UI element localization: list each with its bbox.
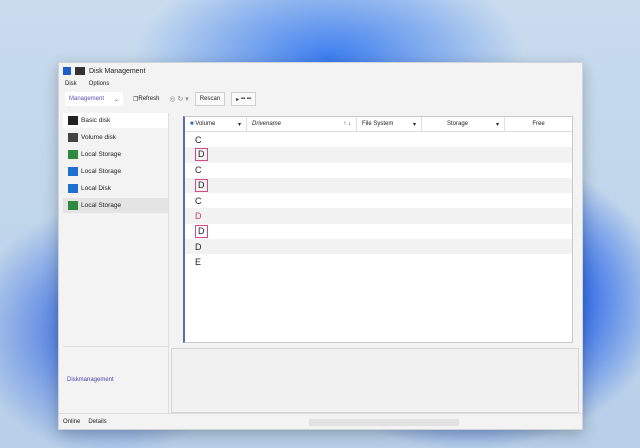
sidebar-item-label: Local Storage [81,202,122,209]
view-dropdown[interactable]: Management ⌄ [65,92,123,106]
menu-bar: Disk Options [59,79,582,89]
column-label: Storage [447,121,469,127]
table-row[interactable]: D [185,177,572,194]
status-left: Online [63,418,81,425]
volume-letter: D [195,224,208,238]
sidebar-item[interactable]: Basic disk [63,113,168,128]
toolbar: Management ⌄ ❐ Refresh ◎ ↻ ▾ Rescan ▸ ▪▪ … [59,89,582,109]
disk-management-link[interactable]: Diskmanagement [67,377,114,383]
table-row[interactable]: C [185,163,572,178]
rescan-label: Rescan [199,96,221,102]
details-icon: ▪▪ [246,96,252,102]
sidebar-item[interactable]: Local Storage [63,164,168,179]
column-label: Drivename [252,121,282,127]
sidebar-item[interactable]: Volume disk [63,130,168,145]
column-filesystem[interactable]: File System ▾ [357,117,422,131]
table-row[interactable]: D [185,208,572,224]
volume-letter: C [195,134,202,145]
view-buttons[interactable]: ▸ ▪▪ ▪▪ [231,92,257,106]
volume-letter: D [195,241,202,252]
table-row[interactable]: C [185,132,572,147]
table-row[interactable]: D [185,239,572,255]
app-icon [63,67,71,75]
table-row[interactable]: C [185,193,572,208]
dropdown-value: Management [69,96,105,102]
refresh-button[interactable]: ❐ Refresh [129,92,163,106]
volume-letter: D [195,179,208,193]
column-label: File System [362,121,394,127]
list-icon: ▪▪ [240,96,246,102]
disk-graphical-pane [171,348,579,413]
volume-letter: C [195,165,202,176]
volume-letter: E [195,257,202,268]
sidebar-item-label: Local Disk [81,185,111,192]
sidebar: Basic disk Volume disk Local Storage Local … [63,113,169,346]
table-header: ■ Volume ▾ Drivename ↑ ↓ File System ▾ Stor… [185,117,572,132]
table-row[interactable]: D [185,147,572,163]
disk-icon [75,67,85,75]
disk-management-window: Disk Management Disk Options Management ⌄… [58,62,583,430]
sidebar-item-label: Local Storage [81,151,122,158]
volume-letter: C [195,195,202,206]
column-label: Free [532,121,545,127]
sidebar-item[interactable]: Local Storage [63,198,168,213]
drive-icon [68,201,78,210]
rescan-icon[interactable]: ◎ ↻ ▾ [169,95,188,103]
volume-letter: D [195,148,208,162]
refresh-label: Refresh [138,96,160,102]
menu-options[interactable]: Options [89,81,110,87]
chevron-down-icon: ⌄ [113,96,119,103]
menu-disk[interactable]: Disk [65,81,77,87]
drive-icon [68,133,78,142]
horizontal-scrollbar[interactable] [309,419,459,426]
status-right: Details [88,418,107,425]
sidebar-item[interactable]: Local Storage [63,147,168,162]
rescan-button[interactable]: Rescan [194,92,226,106]
volume-table: ■ Volume ▾ Drivename ↑ ↓ File System ▾ Stor… [183,116,573,343]
column-storage[interactable]: Storage ▾ [422,117,505,131]
bottom-left-pane: Diskmanagement [63,346,169,413]
sidebar-item-label: Basic disk [81,117,111,124]
column-drivename[interactable]: Drivename ↑ ↓ [247,117,357,131]
table-row[interactable]: D [185,224,572,239]
column-volume[interactable]: ■ Volume ▾ [185,117,247,131]
column-free[interactable]: Free [505,117,572,131]
volume-letter: D [195,211,202,222]
drive-icon [68,167,78,176]
title-bar: Disk Management [59,63,582,79]
window-title: Disk Management [89,67,146,75]
table-row[interactable]: E [185,254,572,269]
status-bar: Online Details [59,413,582,429]
drive-icon [68,184,78,193]
sidebar-item[interactable]: Local Disk [63,181,168,196]
sidebar-item-label: Local Storage [81,168,122,175]
play-icon: ▸ [236,96,240,103]
column-label: Volume [195,121,216,127]
drive-icon [68,150,78,159]
drive-icon [68,116,78,125]
sidebar-item-label: Volume disk [81,134,117,141]
